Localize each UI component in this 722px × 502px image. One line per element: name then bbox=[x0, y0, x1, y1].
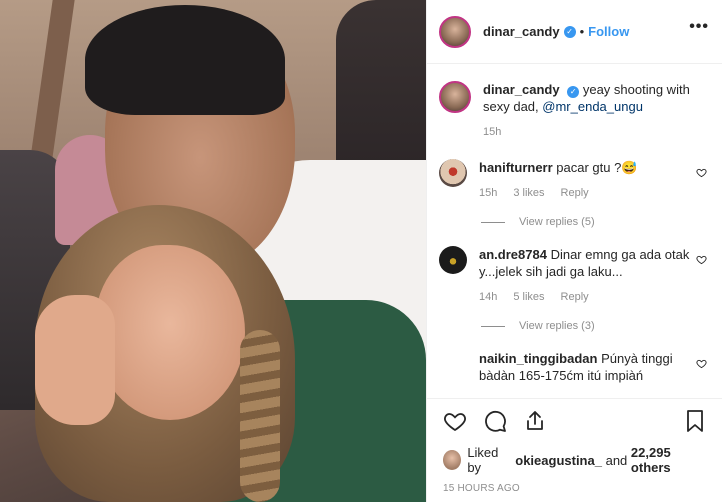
view-replies-line bbox=[481, 221, 505, 223]
caption-time[interactable]: 15h bbox=[483, 124, 501, 141]
commenter-avatar-placeholder bbox=[439, 350, 467, 384]
post-header: dinar_candy ✓ • Follow ••• bbox=[427, 0, 722, 64]
post-caption: dinar_candy ✓ yeay shooting with sexy da… bbox=[439, 81, 707, 141]
commenter-avatar[interactable] bbox=[439, 159, 467, 187]
likes-summary: Liked by okieagustina_ and 22,295 others bbox=[443, 445, 707, 475]
likes-conjunction: and bbox=[605, 452, 628, 468]
photo-man-hair bbox=[85, 5, 285, 115]
post-photo[interactable] bbox=[0, 0, 426, 502]
comment-text: pacar gtu ?😅 bbox=[556, 160, 638, 175]
comment-body: naikin_tinggibadan Púnyà tinggi bàdàn 16… bbox=[479, 350, 707, 384]
photo-woman-braid bbox=[240, 330, 280, 502]
view-replies-line bbox=[481, 325, 505, 327]
liker-username[interactable]: okieagustina_ bbox=[515, 453, 602, 468]
caption-mention[interactable]: @mr_enda_ungu bbox=[542, 99, 643, 114]
comment-body: hanifturnerr pacar gtu ?😅 15h 3 likes Re… bbox=[479, 159, 707, 202]
commenter-username[interactable]: naikin_tinggibadan bbox=[479, 351, 597, 366]
photo-woman-hand bbox=[35, 295, 115, 425]
reply-button[interactable]: Reply bbox=[561, 289, 589, 306]
view-replies-button[interactable]: View replies (3) bbox=[481, 320, 707, 332]
share-icon[interactable] bbox=[523, 409, 547, 433]
caption-username[interactable]: dinar_candy bbox=[483, 82, 560, 97]
comment-time[interactable]: 15h bbox=[479, 185, 497, 202]
post-actions: Liked by okieagustina_ and 22,295 others… bbox=[427, 398, 722, 502]
comment-body: an.dre8784 Dinar emng ga ada otak y...je… bbox=[479, 246, 707, 306]
caption-meta: 15h bbox=[483, 124, 707, 141]
comment-like-heart-icon[interactable] bbox=[696, 254, 707, 265]
liker-avatar[interactable] bbox=[443, 450, 462, 470]
post-side-panel: dinar_candy ✓ • Follow ••• dinar_candy ✓… bbox=[426, 0, 722, 502]
comment-meta: 15h 3 likes Reply bbox=[479, 185, 707, 202]
comment-item: hanifturnerr pacar gtu ?😅 15h 3 likes Re… bbox=[439, 159, 707, 202]
caption-avatar[interactable] bbox=[439, 81, 471, 113]
comment-like-heart-icon[interactable] bbox=[696, 358, 707, 369]
comment-item: an.dre8784 Dinar emng ga ada otak y...je… bbox=[439, 246, 707, 306]
caption-body: dinar_candy ✓ yeay shooting with sexy da… bbox=[483, 81, 707, 141]
post-timestamp[interactable]: 15 HOURS AGO bbox=[443, 483, 707, 494]
verified-icon: ✓ bbox=[567, 86, 580, 98]
comment-like-heart-icon[interactable] bbox=[696, 167, 707, 178]
heart-icon[interactable] bbox=[443, 409, 467, 433]
bookmark-icon[interactable] bbox=[683, 409, 707, 433]
commenter-username[interactable]: an.dre8784 bbox=[479, 247, 547, 262]
verified-icon: ✓ bbox=[563, 25, 576, 38]
view-replies-button[interactable]: View replies (5) bbox=[481, 216, 707, 228]
photo-woman-face bbox=[95, 245, 245, 420]
commenter-username[interactable]: hanifturnerr bbox=[479, 160, 553, 175]
more-icon[interactable]: ••• bbox=[689, 19, 709, 35]
author-avatar[interactable] bbox=[439, 15, 471, 48]
view-replies-label[interactable]: View replies (5) bbox=[519, 216, 595, 228]
commenter-avatar[interactable] bbox=[439, 246, 467, 274]
view-replies-label[interactable]: View replies (3) bbox=[519, 320, 595, 332]
comment-likes[interactable]: 5 likes bbox=[513, 289, 544, 306]
comment-likes[interactable]: 3 likes bbox=[513, 185, 544, 202]
author-username[interactable]: dinar_candy bbox=[483, 24, 560, 39]
comments-list[interactable]: dinar_candy ✓ yeay shooting with sexy da… bbox=[427, 65, 722, 395]
reply-button[interactable]: Reply bbox=[561, 185, 589, 202]
likes-prefix: Liked by bbox=[467, 445, 499, 475]
comment-time[interactable]: 14h bbox=[479, 289, 497, 306]
comment-meta: 14h 5 likes Reply bbox=[479, 289, 707, 306]
action-icons bbox=[443, 407, 707, 435]
header-separator: • bbox=[579, 24, 585, 39]
comment-icon[interactable] bbox=[483, 409, 507, 433]
likes-others[interactable]: 22,295 others bbox=[631, 445, 707, 475]
follow-button[interactable]: Follow bbox=[588, 24, 629, 39]
comment-item: naikin_tinggibadan Púnyà tinggi bàdàn 16… bbox=[439, 350, 707, 384]
